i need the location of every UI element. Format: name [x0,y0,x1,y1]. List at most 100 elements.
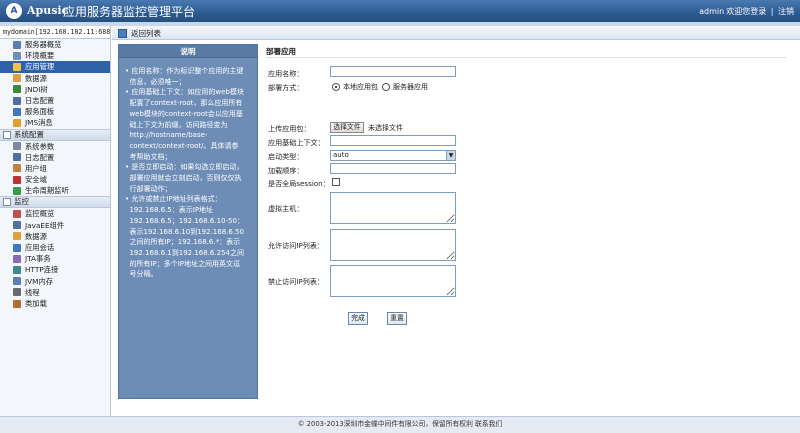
javaee-icon [13,221,21,230]
sidebar-item[interactable]: 线程 [0,287,110,298]
help-line: • 允许或禁止IP地址列表格式： [125,195,222,204]
sidebar-nav: 服务器概览 环境概要 应用管理 数据源 JNDI树 日志配置 服务面板 JMS消息 系统配置 系统… [0,39,110,309]
sidebar-item-label: 应用会话 [25,243,55,252]
server-overview-icon [13,40,21,49]
class-loading-icon [13,299,21,308]
sidebar-item[interactable]: 监控概览 [0,208,110,219]
deploy-local-label: 本地应用包 [343,83,378,91]
sidebar-item[interactable]: 应用会话 [0,242,110,253]
load-order-input[interactable] [330,163,456,174]
help-line: 础上下文为前缀，访问路径变为 [125,120,228,129]
reset-button[interactable]: 重置 [387,312,407,325]
sidebar-item[interactable]: 服务器概览 [0,39,110,50]
folder-icon [3,130,11,139]
global-session-label: 是否全局session： [268,179,330,188]
security-domain-icon [13,175,21,184]
sidebar-item-label: 生命周期监听 [25,186,69,196]
sidebar-item[interactable]: 应用管理 [0,61,110,73]
folder-icon [3,198,11,207]
sidebar-item-label: JVM内存 [25,276,54,286]
footer: © 2003-2013深圳市金蝶中间件有限公司，保留所有权利 联系我们 [0,416,800,433]
product-title: 应用服务器监控管理平台 [63,5,196,19]
allow-ip-textarea[interactable] [330,229,456,261]
deny-ip-textarea[interactable] [330,265,456,297]
deny-ip-label: 禁止访问IP列表： [268,277,325,286]
sidebar-item[interactable]: 类加载 [0,298,110,309]
start-type-select[interactable]: auto ▼ [330,150,456,161]
start-type-value: auto [333,151,349,159]
welcome-text: 欢迎您登录 [726,7,767,16]
help-line: • 应用名称：作为标识整个应用的主键 [125,67,244,75]
username: admin [699,7,725,16]
submit-button[interactable]: 完成 [348,312,368,325]
sidebar-item-label: 类加载 [25,298,47,308]
help-line: • 是否立即启动：如果勾选立即启动， [125,163,244,172]
file-status: 未选择文件 [368,124,403,132]
sidebar-item[interactable]: JTA事务 [0,253,110,264]
sidebar-item[interactable]: 日志配置 [0,152,110,163]
sidebar-group-title: 监控 [14,197,29,207]
back-to-list-label: 返回列表 [131,29,161,38]
list-icon [118,29,127,38]
sidebar: mydomain[192.168.102.11:6888] 服务器概览 环境概要应… [0,26,111,416]
sidebar-item[interactable]: 系统参数 [0,141,110,152]
sidebar-group-header[interactable]: 监控 [0,196,110,209]
lifecycle-icon [13,186,21,195]
help-line: 的所有IP；多个IP地址之间用英文逗 [125,259,241,268]
help-panel: 说明 • 应用名称：作为标识整个应用的主键 信息，必须唯一； • 应用基础上下文：… [118,44,258,399]
global-session-checkbox[interactable] [332,178,340,186]
datasource-icon [13,232,21,241]
main-content: 返回列表 说明 • 应用名称：作为标识整个应用的主键 信息，必须唯一； • 应用基… [112,26,800,416]
app-name-label: 应用名称： [268,69,304,78]
form-divider [266,57,786,58]
help-body: • 应用名称：作为标识整个应用的主键 信息，必须唯一； • 应用基础上下文：如应用… [119,58,257,280]
help-line: 号分隔。 [125,270,158,279]
sidebar-item-label: 监控概览 [25,209,55,219]
virtual-host-textarea[interactable] [330,192,456,224]
sidebar-item[interactable]: 数据源 [0,73,110,84]
sidebar-item-label: JavaEE组件 [25,220,65,230]
sidebar-item[interactable]: JNDI树 [0,84,110,95]
base-context-input[interactable] [330,135,456,146]
sidebar-item[interactable]: JVM内存 [0,276,110,287]
back-to-list-link[interactable]: 返回列表 [118,28,161,39]
jta-icon [13,254,21,263]
sidebar-item[interactable]: 日志配置 [0,95,110,106]
user-bar: admin 欢迎您登录 | 注销 [697,6,794,17]
deploy-server-radio[interactable]: 服务器应用 [382,82,428,92]
sidebar-item[interactable]: HTTP连接 [0,264,110,275]
help-line: 表示192.168.6.10到192.168.6.50 [125,227,244,236]
help-line: 配置了context-root，那么应用所有 [125,99,243,108]
app-name-input[interactable] [330,66,456,77]
choose-file-button[interactable]: 选择文件 [330,122,364,133]
deploy-local-radio[interactable]: 本地应用包 [332,82,378,92]
sidebar-item-label: 数据源 [25,231,47,241]
upload-label: 上传应用包： [268,124,311,133]
sidebar-item-label: 服务器概览 [25,40,62,49]
monitor-overview-icon [13,210,21,219]
logout-link[interactable]: 注销 [778,7,794,16]
sidebar-item-label: 线程 [25,287,40,297]
sidebar-item[interactable]: 服务面板 [0,106,110,117]
sidebar-item[interactable]: 安全域 [0,174,110,185]
sidebar-item[interactable]: 数据源 [0,231,110,242]
sidebar-item[interactable]: 生命周期监听 [0,185,110,196]
environment-icon [13,51,21,60]
application-icon [13,62,21,71]
sidebar-item[interactable]: 用户组 [0,163,110,174]
app-header: A Apusic 应用服务器监控管理平台 admin 欢迎您登录 | 注销 [0,0,800,22]
session-icon [13,243,21,252]
http-icon [13,265,21,274]
service-panel-icon [13,107,21,116]
allow-ip-label: 允许访问IP列表： [268,241,325,250]
sidebar-item-label: HTTP连接 [25,265,59,275]
sidebar-group-header[interactable]: 系统配置 [0,128,110,141]
jms-icon [13,118,21,127]
sidebar-item[interactable]: 环境概要 [0,50,110,61]
sidebar-item-label: 数据源 [25,73,47,83]
sidebar-item[interactable]: JMS消息 [0,117,110,128]
chevron-down-icon: ▼ [446,151,455,160]
help-line: 192.168.6.5；192.168.6.10-50： [125,216,244,225]
help-line: • 应用基础上下文：如应用的web模块 [125,88,244,97]
sidebar-item[interactable]: JavaEE组件 [0,220,110,231]
